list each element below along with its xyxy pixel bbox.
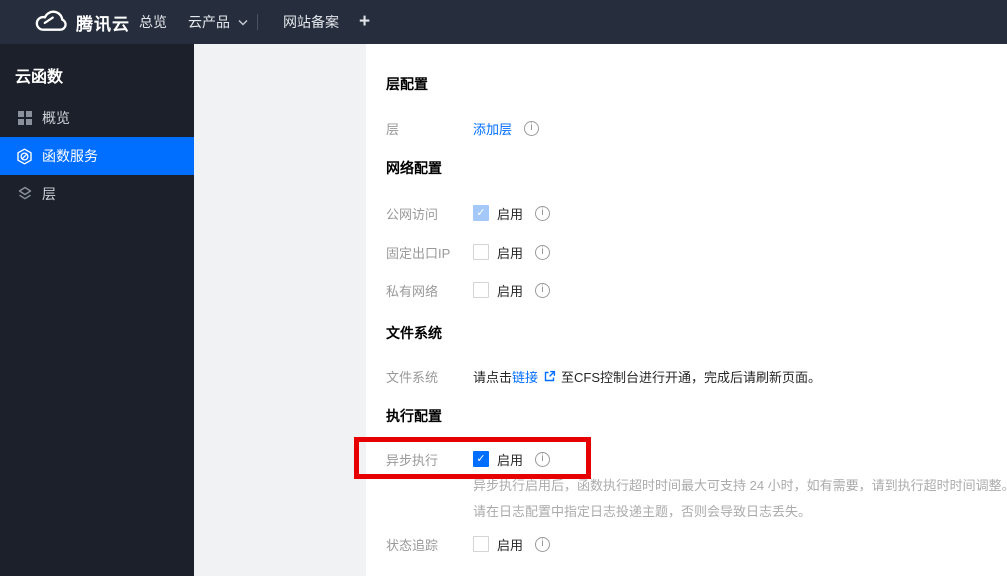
sidebar-item-label: 函数服务 bbox=[42, 148, 98, 164]
external-link-icon bbox=[544, 370, 556, 381]
row-label-public-access: 公网访问 bbox=[386, 206, 439, 222]
brand-label: 腾讯云 bbox=[76, 14, 130, 34]
sidebar-item-function-service[interactable]: 函数服务 bbox=[0, 137, 194, 175]
filesystem-text-after: 至CFS控制台进行开通，完成后请刷新页面。 bbox=[561, 369, 822, 385]
info-icon[interactable] bbox=[535, 282, 551, 298]
form-row-public-access: 公网访问 启用 bbox=[386, 202, 551, 224]
chevron-down-icon bbox=[238, 19, 248, 26]
filesystem-text-before: 请点击 bbox=[473, 369, 513, 385]
sidebar-item-label: 层 bbox=[42, 186, 56, 202]
info-icon[interactable] bbox=[535, 205, 551, 221]
async-execution-helper-text: 异步执行启用后，函数执行超时时间最大可支持 24 小时，如有需要，请到执行超时时… bbox=[473, 473, 1007, 525]
nav-item-overview[interactable]: 总览 bbox=[139, 0, 167, 44]
checkbox-label: 启用 bbox=[497, 283, 524, 299]
form-row-fixed-ip: 固定出口IP 启用 bbox=[386, 241, 551, 263]
nav-item-cloud-products-label: 云产品 bbox=[188, 14, 230, 30]
info-icon[interactable] bbox=[535, 451, 551, 467]
layers-icon bbox=[16, 186, 33, 203]
info-icon[interactable] bbox=[535, 244, 551, 260]
row-label-vpc: 私有网络 bbox=[386, 283, 439, 299]
section-heading-execution-config: 执行配置 bbox=[386, 408, 442, 424]
section-heading-layer-config: 层配置 bbox=[386, 76, 428, 92]
info-icon[interactable] bbox=[535, 536, 551, 552]
grid-icon bbox=[16, 110, 33, 127]
add-tab-button[interactable]: + bbox=[359, 0, 370, 44]
form-row-layer: 层 添加层 bbox=[386, 117, 540, 139]
public-access-checkbox[interactable] bbox=[473, 205, 489, 221]
form-row-filesystem: 文件系统 请点击 链接 至CFS控制台进行开通，完成后请刷新页面。 bbox=[386, 365, 821, 387]
checkbox-label: 启用 bbox=[497, 537, 524, 553]
cfs-link[interactable]: 链接 bbox=[512, 367, 538, 386]
row-label-layer: 层 bbox=[386, 121, 400, 137]
nav-item-cloud-products[interactable]: 云产品 bbox=[188, 0, 248, 44]
nav-item-icp-filing[interactable]: 网站备案 bbox=[283, 0, 339, 44]
checkbox-label: 启用 bbox=[497, 452, 524, 468]
nav-divider bbox=[257, 14, 258, 30]
checkbox-label: 启用 bbox=[497, 245, 524, 261]
checkbox-label: 启用 bbox=[497, 206, 524, 222]
sidebar: 云函数 概览 函数服务 层 bbox=[0, 44, 194, 576]
row-label-status-trace: 状态追踪 bbox=[386, 537, 439, 553]
sidebar-item-label: 概览 bbox=[42, 110, 70, 126]
vpc-checkbox[interactable] bbox=[473, 282, 489, 298]
status-trace-checkbox[interactable] bbox=[473, 536, 489, 552]
tencent-cloud-logo-icon bbox=[35, 10, 67, 31]
sidebar-item-layers[interactable]: 层 bbox=[0, 175, 194, 213]
form-row-vpc: 私有网络 启用 bbox=[386, 279, 551, 301]
function-icon bbox=[16, 148, 33, 165]
row-label-fixed-ip: 固定出口IP bbox=[386, 245, 451, 261]
top-navbar: 腾讯云 总览 云产品 网站备案 + bbox=[0, 0, 1007, 44]
row-label-async-execution: 异步执行 bbox=[386, 452, 439, 468]
helper-line-1: 异步执行启用后，函数执行超时时间最大可支持 24 小时，如有需要，请到执行超时时… bbox=[473, 478, 1007, 493]
helper-line-2: 请在日志配置中指定日志投递主题，否则会导致日志丢失。 bbox=[473, 504, 812, 519]
info-icon[interactable] bbox=[524, 120, 540, 136]
form-row-async-execution: 异步执行 启用 bbox=[386, 448, 551, 470]
sidebar-menu: 概览 函数服务 层 bbox=[0, 99, 194, 213]
section-heading-network-config: 网络配置 bbox=[386, 160, 442, 176]
section-heading-filesystem: 文件系统 bbox=[386, 325, 442, 341]
add-layer-link[interactable]: 添加层 bbox=[473, 119, 512, 138]
async-execution-checkbox[interactable] bbox=[473, 451, 489, 467]
row-label-filesystem: 文件系统 bbox=[386, 369, 439, 385]
form-row-status-trace: 状态追踪 启用 bbox=[386, 533, 551, 555]
sidebar-title: 云函数 bbox=[15, 69, 64, 86]
brand[interactable]: 腾讯云 bbox=[33, 0, 130, 44]
fixed-ip-checkbox[interactable] bbox=[473, 244, 489, 260]
secondary-panel bbox=[194, 44, 366, 576]
sidebar-item-overview[interactable]: 概览 bbox=[0, 99, 194, 137]
